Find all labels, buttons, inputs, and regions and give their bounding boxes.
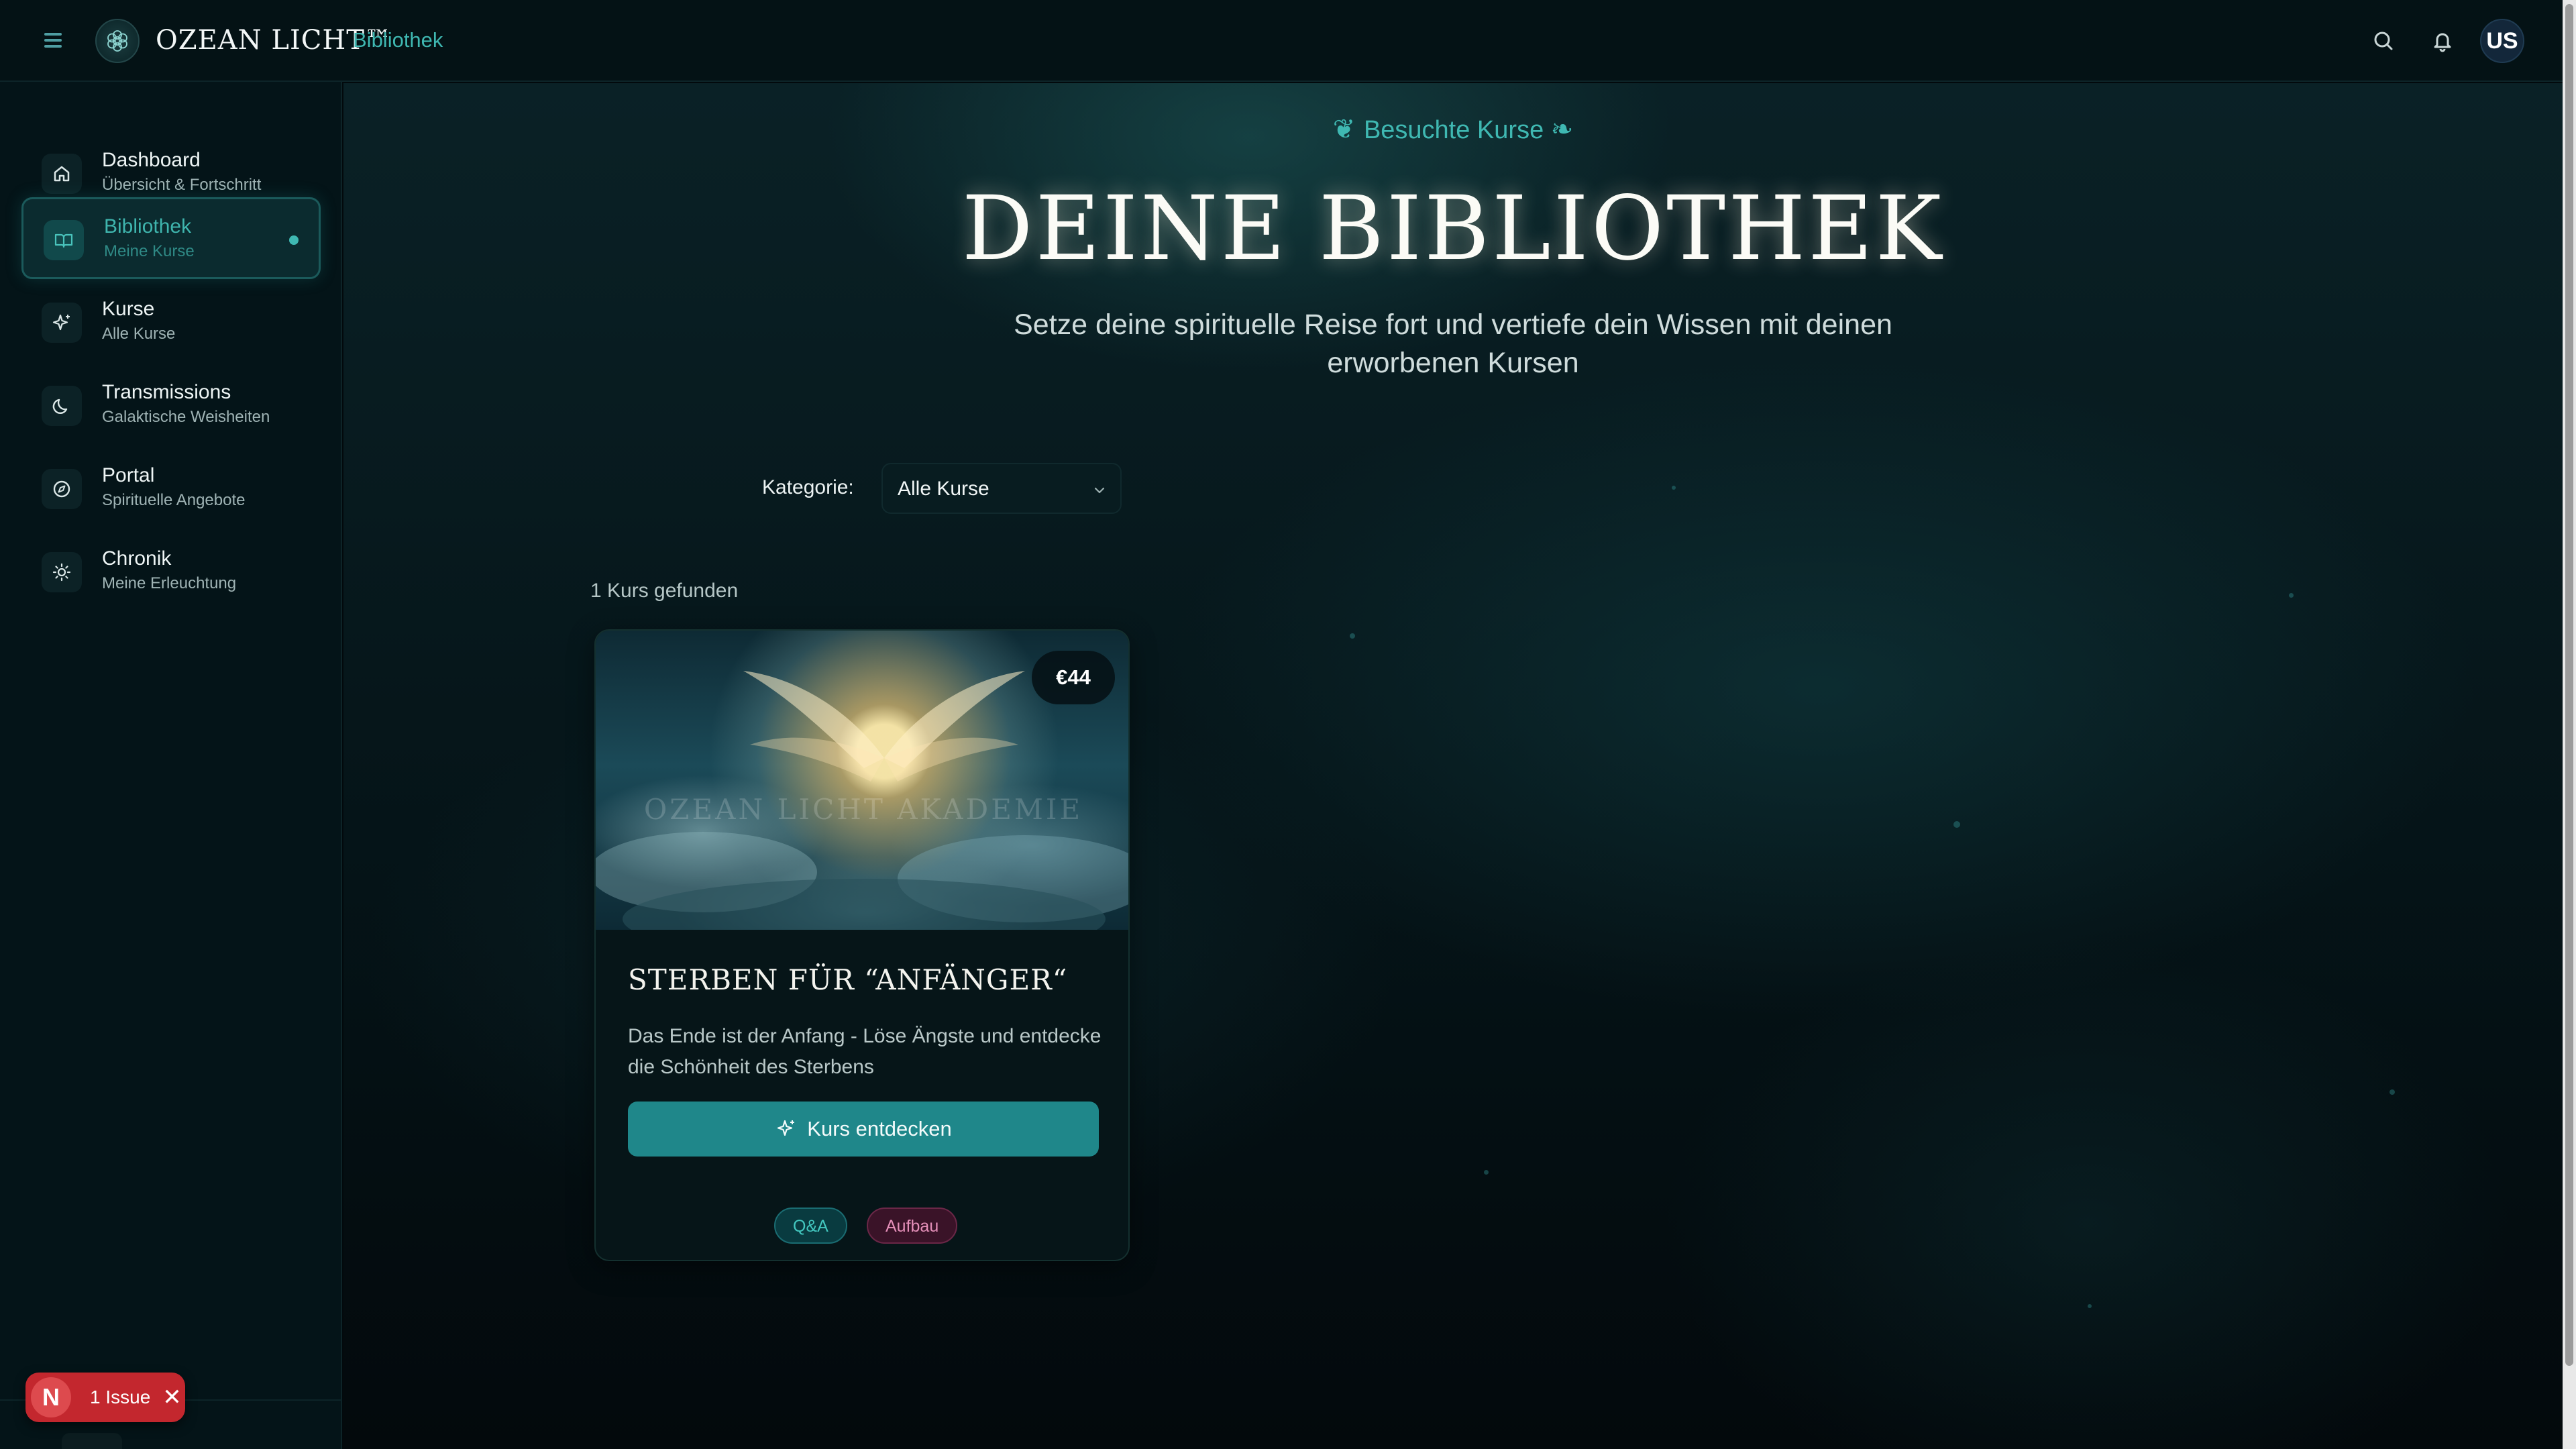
category-select[interactable]: Alle Kurse bbox=[881, 463, 1122, 514]
sidebar: Dashboard Übersicht & Fortschritt Biblio… bbox=[0, 82, 342, 1449]
sidebar-item-sublabel: Galaktische Weisheiten bbox=[102, 408, 270, 426]
background-star bbox=[2289, 593, 2294, 598]
background-star bbox=[1350, 633, 1355, 639]
discover-course-label: Kurs entdecken bbox=[807, 1117, 952, 1140]
sun-icon bbox=[42, 552, 82, 592]
logo-icon[interactable] bbox=[95, 19, 140, 63]
top-bar: OZEAN LICHT™ Bibliothek US bbox=[0, 0, 2563, 82]
issue-count[interactable]: 1 Issue bbox=[90, 1387, 150, 1408]
sidebar-item-kurse[interactable]: Kurse Alle Kurse bbox=[21, 282, 321, 364]
category-filter-label: Kategorie: bbox=[762, 476, 854, 498]
sidebar-item-sublabel: Meine Kurse bbox=[104, 242, 195, 260]
sidebar-item-portal[interactable]: Portal Spirituelle Angebote bbox=[21, 448, 321, 530]
result-count: 1 Kurs gefunden bbox=[590, 580, 739, 602]
sidebar-item-label: Transmissions bbox=[102, 381, 231, 403]
sidebar-item-label: Chronik bbox=[102, 547, 172, 570]
sidebar-item-transmissions[interactable]: Transmissions Galaktische Weisheiten bbox=[21, 365, 321, 447]
user-avatar[interactable]: US bbox=[2480, 19, 2524, 63]
bell-icon[interactable] bbox=[2426, 24, 2459, 58]
background-star bbox=[1484, 1170, 1489, 1175]
sidebar-item-sublabel: Meine Erleuchtung bbox=[102, 574, 237, 592]
price-badge: €44 bbox=[1032, 651, 1115, 704]
image-watermark: OZEAN LICHT AKADEMIE bbox=[643, 793, 1083, 826]
scrollbar-thumb[interactable] bbox=[2565, 4, 2573, 1366]
sidebar-item-label: Dashboard bbox=[102, 149, 201, 171]
course-card[interactable]: OZEAN LICHT AKADEMIE €44 STERBEN FÜR “AN… bbox=[594, 629, 1130, 1261]
course-description: Das Ende ist der Anfang - Löse Ängste un… bbox=[628, 1025, 1102, 1078]
issue-badge[interactable]: N 1 Issue ✕ bbox=[25, 1373, 185, 1422]
home-icon bbox=[42, 154, 82, 194]
eyebrow-label: Besuchte Kurse bbox=[1363, 116, 1544, 144]
background-star bbox=[2390, 1089, 2395, 1095]
background-star bbox=[2088, 1304, 2092, 1308]
moon-icon bbox=[42, 386, 82, 426]
sidebar-item-chronik[interactable]: Chronik Meine Erleuchtung bbox=[21, 531, 321, 613]
background-star bbox=[1953, 821, 1960, 828]
menu-icon[interactable] bbox=[42, 30, 66, 52]
sidebar-footer-element[interactable] bbox=[62, 1433, 122, 1449]
course-image[interactable]: OZEAN LICHT AKADEMIE €44 bbox=[596, 631, 1128, 930]
main-content: ❦ Besuchte Kurse ❧ DEINE BIBLIOTHEK Setz… bbox=[343, 83, 2563, 1449]
page-title: DEINE BIBLIOTHEK bbox=[961, 177, 1945, 280]
compass-icon bbox=[42, 469, 82, 509]
swirl-left-icon: ❦ bbox=[1332, 114, 1364, 145]
active-indicator-dot bbox=[289, 235, 299, 245]
tag-aufbau[interactable]: Aufbau bbox=[867, 1208, 958, 1244]
sidebar-item-bibliothek[interactable]: Bibliothek Meine Kurse bbox=[21, 197, 321, 279]
chevron-down-icon bbox=[1091, 482, 1108, 502]
course-title[interactable]: STERBEN FÜR “ANFÄNGER“ bbox=[628, 963, 1111, 996]
sidebar-item-sublabel: Spirituelle Angebote bbox=[102, 491, 246, 509]
tag-qa[interactable]: Q&A bbox=[774, 1208, 847, 1244]
discover-course-button[interactable]: Kurs entdecken bbox=[628, 1102, 1099, 1157]
breadcrumb-section: Bibliothek bbox=[353, 28, 443, 52]
sidebar-item-label: Bibliothek bbox=[104, 215, 192, 237]
sidebar-item-label: Portal bbox=[102, 464, 155, 486]
sidebar-item-sublabel: Übersicht & Fortschritt bbox=[102, 176, 262, 194]
sidebar-item-label: Kurse bbox=[102, 298, 155, 320]
page-subtitle: Setze deine spirituelle Reise fort und v… bbox=[1014, 309, 1892, 379]
category-select-value: Alle Kurse bbox=[898, 478, 989, 500]
sparkles-icon bbox=[775, 1117, 798, 1142]
close-icon[interactable]: ✕ bbox=[162, 1384, 182, 1411]
page-scrollbar[interactable] bbox=[2563, 0, 2576, 1449]
search-icon[interactable] bbox=[2367, 24, 2400, 58]
swirl-right-icon: ❧ bbox=[1550, 114, 1574, 145]
sparkles-icon bbox=[42, 303, 82, 343]
nextjs-icon: N bbox=[31, 1377, 71, 1417]
book-icon bbox=[44, 220, 84, 260]
section-eyebrow: ❦ Besuchte Kurse ❧ bbox=[343, 114, 2563, 145]
background-star bbox=[1672, 486, 1676, 490]
sidebar-item-sublabel: Alle Kurse bbox=[102, 325, 176, 343]
